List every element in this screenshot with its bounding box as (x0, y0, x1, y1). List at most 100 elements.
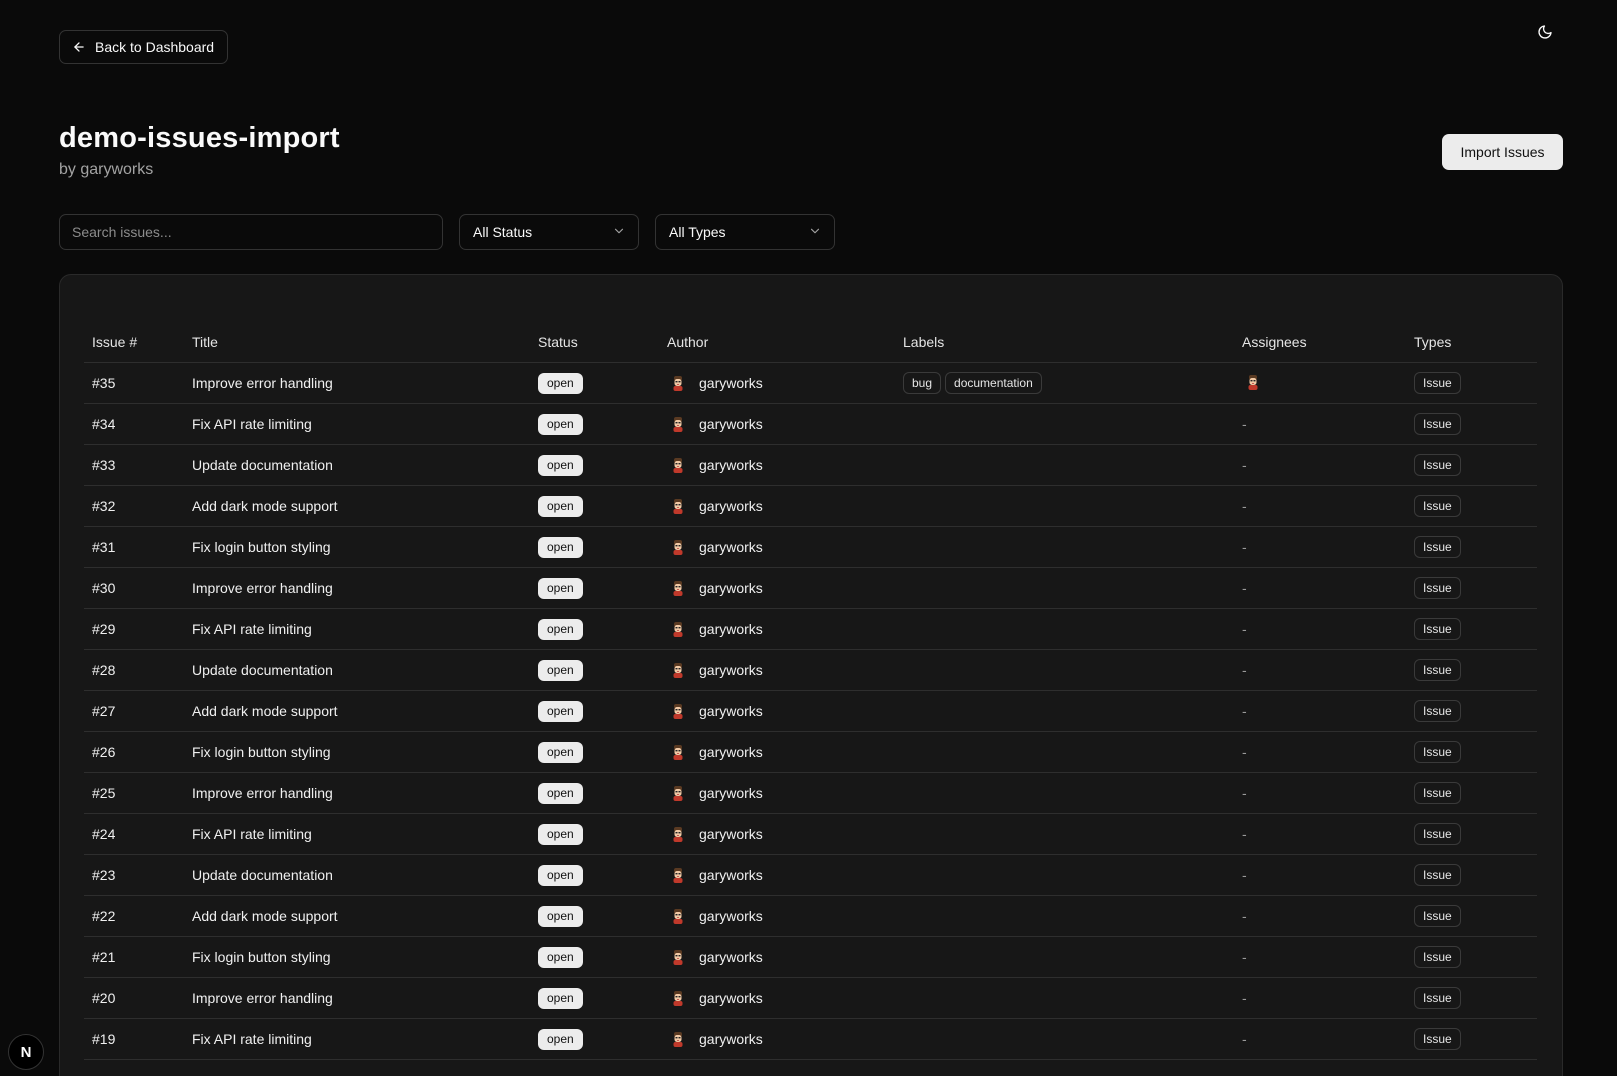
chevron-down-icon (808, 224, 822, 241)
moon-icon (1537, 24, 1553, 45)
issue-assignees (1234, 362, 1406, 404)
avatar (667, 823, 689, 845)
issue-title[interactable]: Update documentation (184, 444, 530, 486)
status-badge: open (538, 495, 583, 517)
issue-labels (895, 854, 1234, 896)
issues-page: Back to Dashboard demo-issues-import by … (0, 0, 1617, 1076)
table-row[interactable]: #20 Improve error handling open garywork… (84, 977, 1537, 1019)
issue-type: Issue (1406, 854, 1537, 896)
issue-type: Issue (1406, 895, 1537, 937)
table-row[interactable]: #26 Fix login button styling open garywo… (84, 731, 1537, 773)
issue-title[interactable]: Add dark mode support (184, 485, 530, 527)
issue-assignees: - (1234, 608, 1406, 650)
issue-title[interactable]: Improve error handling (184, 772, 530, 814)
issue-status: open (530, 690, 659, 732)
issue-status: open (530, 362, 659, 404)
issue-assignees: - (1234, 936, 1406, 978)
column-header[interactable]: Assignees (1234, 322, 1406, 363)
type-chip: Issue (1414, 946, 1461, 968)
back-button-label: Back to Dashboard (95, 39, 215, 55)
issue-assignees: - (1234, 403, 1406, 445)
issue-author: garyworks (659, 854, 895, 896)
issue-title[interactable]: Add dark mode support (184, 895, 530, 937)
issue-assignees: - (1234, 772, 1406, 814)
badge-letter: N (20, 1043, 32, 1061)
issue-number: #21 (84, 936, 184, 978)
issue-author: garyworks (659, 936, 895, 978)
column-header[interactable]: Author (659, 322, 895, 363)
table-row[interactable]: #24 Fix API rate limiting open garyworks… (84, 813, 1537, 855)
issue-assignees: - (1234, 895, 1406, 937)
issue-assignees: - (1234, 1018, 1406, 1060)
issue-author: garyworks (659, 772, 895, 814)
issue-title[interactable]: Fix API rate limiting (184, 403, 530, 445)
table-row[interactable]: #21 Fix login button styling open garywo… (84, 936, 1537, 978)
column-header[interactable]: Types (1406, 322, 1537, 363)
table-row[interactable]: #22 Add dark mode support open garyworks… (84, 895, 1537, 937)
issue-assignees: - (1234, 485, 1406, 527)
type-chip: Issue (1414, 454, 1461, 476)
issue-type: Issue (1406, 690, 1537, 732)
issue-title[interactable]: Improve error handling (184, 977, 530, 1019)
type-chip: Issue (1414, 741, 1461, 763)
column-header[interactable]: Labels (895, 322, 1234, 363)
issue-number: #28 (84, 649, 184, 691)
assignee-avatar (1242, 371, 1264, 393)
type-chip: Issue (1414, 864, 1461, 886)
table-row[interactable]: #31 Fix login button styling open garywo… (84, 526, 1537, 568)
table-row[interactable]: #25 Improve error handling open garywork… (84, 772, 1537, 814)
table-row[interactable]: #29 Fix API rate limiting open garyworks… (84, 608, 1537, 650)
issue-title[interactable]: Fix login button styling (184, 731, 530, 773)
table-row[interactable]: #32 Add dark mode support open garyworks… (84, 485, 1537, 527)
issue-title[interactable]: Fix API rate limiting (184, 608, 530, 650)
issue-number: #27 (84, 690, 184, 732)
issue-title[interactable]: Fix API rate limiting (184, 1018, 530, 1060)
back-to-dashboard-button[interactable]: Back to Dashboard (59, 30, 229, 64)
types-filter-select[interactable]: All Types (655, 214, 835, 250)
issue-title[interactable]: Update documentation (184, 854, 530, 896)
issue-title[interactable]: Improve error handling (184, 567, 530, 609)
type-chip: Issue (1414, 536, 1461, 558)
label-chip: documentation (945, 372, 1042, 394)
column-header[interactable]: Title (184, 322, 530, 363)
table-row[interactable]: #30 Improve error handling open garywork… (84, 567, 1537, 609)
type-chip: Issue (1414, 1028, 1461, 1050)
table-row[interactable]: #34 Fix API rate limiting open garyworks… (84, 403, 1537, 445)
issue-status: open (530, 854, 659, 896)
type-chip: Issue (1414, 495, 1461, 517)
status-badge: open (538, 577, 583, 599)
nextjs-dev-badge[interactable]: N (8, 1034, 44, 1070)
issue-labels (895, 772, 1234, 814)
table-row[interactable]: #23 Update documentation open garyworks … (84, 854, 1537, 896)
issue-number: #33 (84, 444, 184, 486)
search-input[interactable] (59, 214, 443, 250)
import-issues-button[interactable]: Import Issues (1442, 134, 1563, 170)
issue-number: #19 (84, 1018, 184, 1060)
issue-number: #22 (84, 895, 184, 937)
column-header[interactable]: Issue # (84, 322, 184, 363)
theme-toggle-button[interactable] (1531, 20, 1559, 48)
issue-number: #26 (84, 731, 184, 773)
status-filter-select[interactable]: All Status (459, 214, 639, 250)
issue-status: open (530, 403, 659, 445)
column-header[interactable]: Status (530, 322, 659, 363)
avatar (667, 782, 689, 804)
issue-title[interactable]: Update documentation (184, 649, 530, 691)
issue-author: garyworks (659, 1018, 895, 1060)
table-row[interactable]: #28 Update documentation open garyworks … (84, 649, 1537, 691)
table-row[interactable]: #33 Update documentation open garyworks … (84, 444, 1537, 486)
issue-title[interactable]: Fix login button styling (184, 526, 530, 568)
issue-title[interactable]: Improve error handling (184, 362, 530, 404)
issue-assignees: - (1234, 567, 1406, 609)
issue-labels (895, 690, 1234, 732)
issue-title[interactable]: Add dark mode support (184, 690, 530, 732)
issue-author: garyworks (659, 485, 895, 527)
issue-title[interactable]: Fix login button styling (184, 936, 530, 978)
issue-title[interactable]: Fix API rate limiting (184, 813, 530, 855)
table-row[interactable]: #35 Improve error handling open garywork… (84, 362, 1537, 404)
repo-owner: by garyworks (59, 161, 154, 178)
table-row[interactable]: #19 Fix API rate limiting open garyworks… (84, 1018, 1537, 1060)
table-header-row: Issue # Title Status Author Labels Assig… (84, 322, 1537, 363)
status-badge: open (538, 987, 583, 1009)
table-row[interactable]: #27 Add dark mode support open garyworks… (84, 690, 1537, 732)
